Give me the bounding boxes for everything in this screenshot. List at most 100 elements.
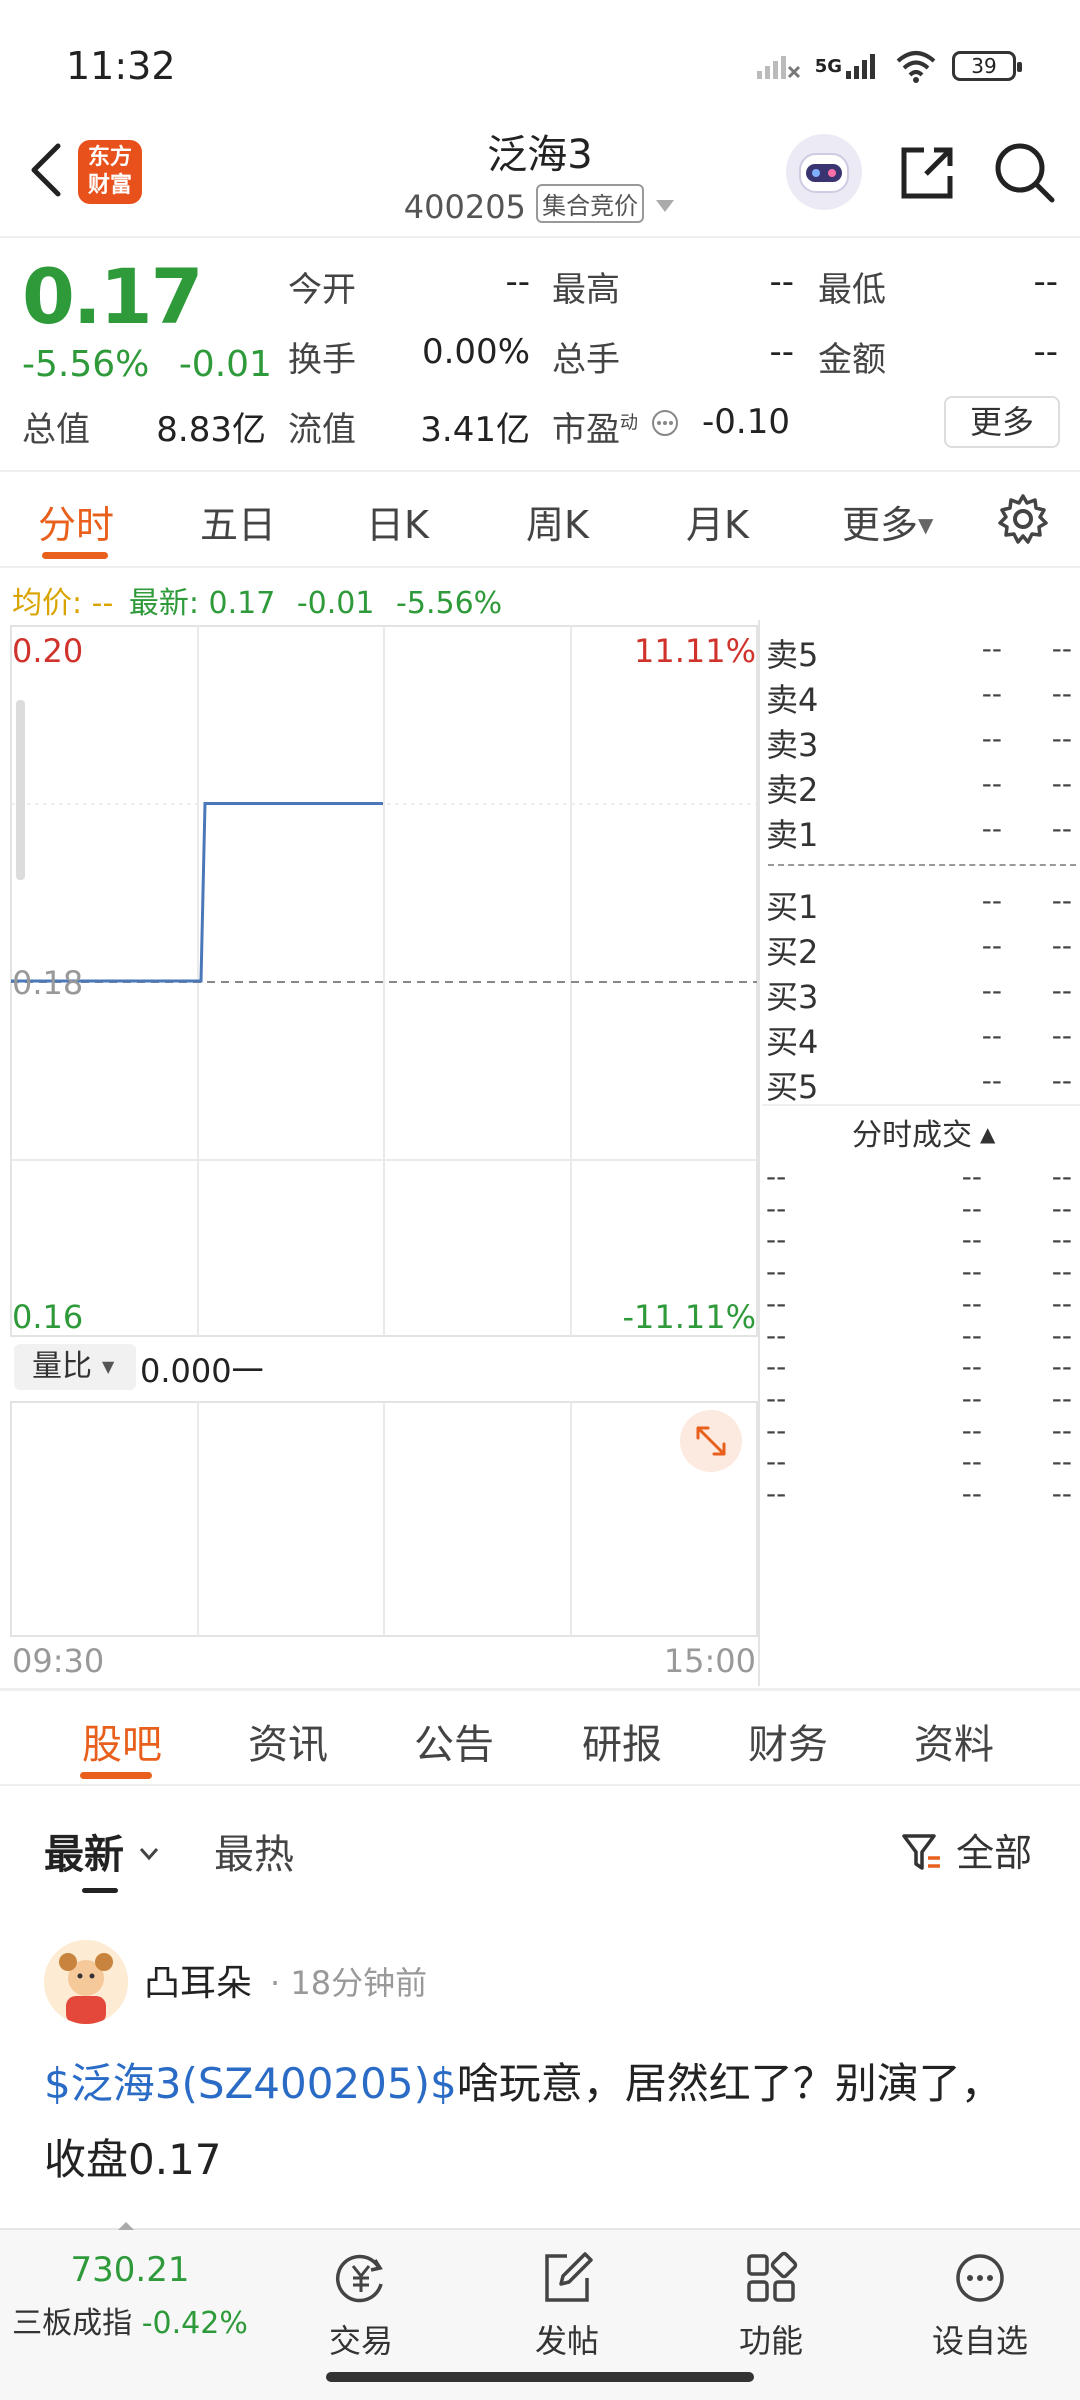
order-level-label: 买4 — [766, 1023, 819, 1061]
order-qty: -- — [1051, 767, 1072, 800]
amount-value: -- — [1033, 332, 1058, 372]
settings-gear-icon[interactable] — [996, 492, 1050, 546]
caret-down-icon: ▼ — [918, 513, 934, 537]
book-divider — [768, 864, 1076, 866]
avatar[interactable] — [44, 1940, 128, 2024]
volume-indicator-select[interactable]: 量比 ▼ — [14, 1344, 136, 1390]
signal-5g-icon: 5G — [815, 51, 880, 81]
order-level-label: 买2 — [766, 933, 819, 971]
tab-profile[interactable]: 资料 — [914, 1712, 994, 1770]
tab-monthly-k[interactable]: 月K — [686, 494, 749, 549]
bid-row: 买2 -- -- — [762, 927, 1080, 971]
order-level-label: 卖3 — [766, 726, 819, 764]
sort-latest[interactable]: 最新 — [44, 1822, 160, 1880]
wifi-icon — [896, 51, 936, 83]
post-time: · 18分钟前 — [270, 1964, 428, 2002]
caret-up-icon: ▲ — [980, 1122, 996, 1146]
price-change: -5.56% -0.01 — [22, 344, 272, 385]
divider — [0, 566, 1080, 568]
tab-forum[interactable]: 股吧 — [82, 1712, 162, 1770]
trade-qty: -- — [1051, 1381, 1072, 1415]
trade-time: -- — [766, 1255, 787, 1289]
ai-assistant-icon[interactable] — [786, 134, 862, 210]
trade-price: -- — [961, 1160, 982, 1193]
change-percent: -5.56% — [22, 344, 150, 385]
post-content[interactable]: $泛海3(SZ400205)$啥玩意，居然红了？别演了，收盘0.17 — [44, 2046, 1044, 2198]
order-price: -- — [981, 812, 1002, 845]
intraday-chart[interactable] — [0, 620, 758, 1680]
stock-code: 400205 — [403, 188, 526, 226]
nav-functions-label: 功能 — [738, 2322, 803, 2360]
high-label: 最高 — [552, 270, 620, 310]
ask-row: 卖2 -- -- — [762, 765, 1080, 809]
battery-icon: 39 — [952, 51, 1022, 81]
order-price: -- — [981, 884, 1002, 917]
share-icon[interactable] — [896, 140, 960, 204]
expand-icon — [696, 1426, 726, 1456]
sort-hot[interactable]: 最热 — [214, 1822, 294, 1880]
latest-value: 0.17 — [208, 586, 276, 621]
tab-five-day[interactable]: 五日 — [200, 494, 276, 549]
order-qty: -- — [1051, 884, 1072, 917]
order-qty: -- — [1051, 929, 1072, 962]
tab-daily-k[interactable]: 日K — [366, 494, 429, 549]
y-tick-pct-low: -11.11% — [622, 1298, 756, 1336]
index-ticker[interactable]: 730.21 三板成指 -0.42% — [0, 2250, 260, 2342]
more-button[interactable]: 更多 — [944, 396, 1060, 448]
tab-finance[interactable]: 财务 — [748, 1712, 828, 1770]
tab-announcements[interactable]: 公告 — [414, 1712, 494, 1770]
grid-apps-icon — [747, 2251, 798, 2302]
post-author[interactable]: 凸耳朵 — [144, 1954, 252, 2006]
filter-button[interactable]: 全部 — [900, 1822, 1032, 1877]
nav-post-label: 发帖 — [534, 2322, 599, 2360]
bid-row: 买1 -- -- — [762, 882, 1080, 926]
tab-news[interactable]: 资讯 — [248, 1712, 328, 1770]
trades-title[interactable]: 分时成交 ▲ — [852, 1110, 995, 1154]
home-indicator[interactable] — [326, 2372, 754, 2382]
tab-research[interactable]: 研报 — [582, 1712, 662, 1770]
change-amount: -0.01 — [178, 344, 272, 385]
trade-row: -- -- -- — [762, 1350, 1080, 1383]
float-label: 流值 — [288, 410, 356, 450]
index-change: -0.42% — [141, 2306, 248, 2341]
scroll-handle[interactable] — [16, 700, 25, 880]
status-icons: 5G 39 — [755, 44, 1022, 88]
trade-qty: -- — [1051, 1318, 1072, 1352]
tab-active-indicator — [80, 1772, 152, 1779]
stock-link[interactable]: $泛海3(SZ400205)$ — [44, 2059, 457, 2108]
trade-row: -- -- -- — [762, 1477, 1080, 1510]
order-qty: -- — [1051, 974, 1072, 1007]
sort-active-indicator — [82, 1888, 118, 1893]
trade-row: -- -- -- — [762, 1223, 1080, 1256]
nav-post[interactable]: 发帖 — [512, 2248, 622, 2362]
mktcap-label: 总值 — [22, 410, 90, 450]
search-icon[interactable] — [992, 140, 1058, 206]
expand-button[interactable] — [680, 1410, 742, 1472]
order-level-label: 卖1 — [766, 816, 819, 854]
trade-qty: -- — [1051, 1477, 1072, 1510]
order-price: -- — [981, 722, 1002, 755]
nav-trade[interactable]: 交易 — [306, 2248, 416, 2362]
trade-qty: -- — [1051, 1445, 1072, 1479]
tab-more[interactable]: 更多▼ — [842, 494, 933, 549]
avg-value: -- — [91, 586, 114, 621]
more-dots-icon[interactable] — [650, 408, 680, 438]
trade-price: -- — [961, 1381, 982, 1415]
tab-weekly-k[interactable]: 周K — [526, 494, 589, 549]
order-level-label: 卖4 — [766, 681, 819, 719]
tab-intraday[interactable]: 分时 — [38, 494, 114, 549]
trade-price: -- — [961, 1445, 982, 1479]
order-level-label: 买5 — [766, 1068, 819, 1106]
nav-trade-label: 交易 — [328, 2322, 393, 2360]
mktcap-value: 8.83亿 — [156, 410, 266, 450]
open-label: 今开 — [288, 270, 356, 310]
trade-price: -- — [961, 1477, 982, 1510]
index-name: 三板成指 — [12, 2306, 133, 2341]
nav-functions[interactable]: 功能 — [716, 2248, 826, 2362]
order-qty: -- — [1051, 722, 1072, 755]
status-time: 11:32 — [66, 44, 176, 88]
trade-price: -- — [961, 1255, 982, 1289]
order-level-label: 卖2 — [766, 771, 819, 809]
trade-time: -- — [766, 1160, 787, 1193]
nav-add-watchlist[interactable]: 设自选 — [920, 2248, 1040, 2362]
